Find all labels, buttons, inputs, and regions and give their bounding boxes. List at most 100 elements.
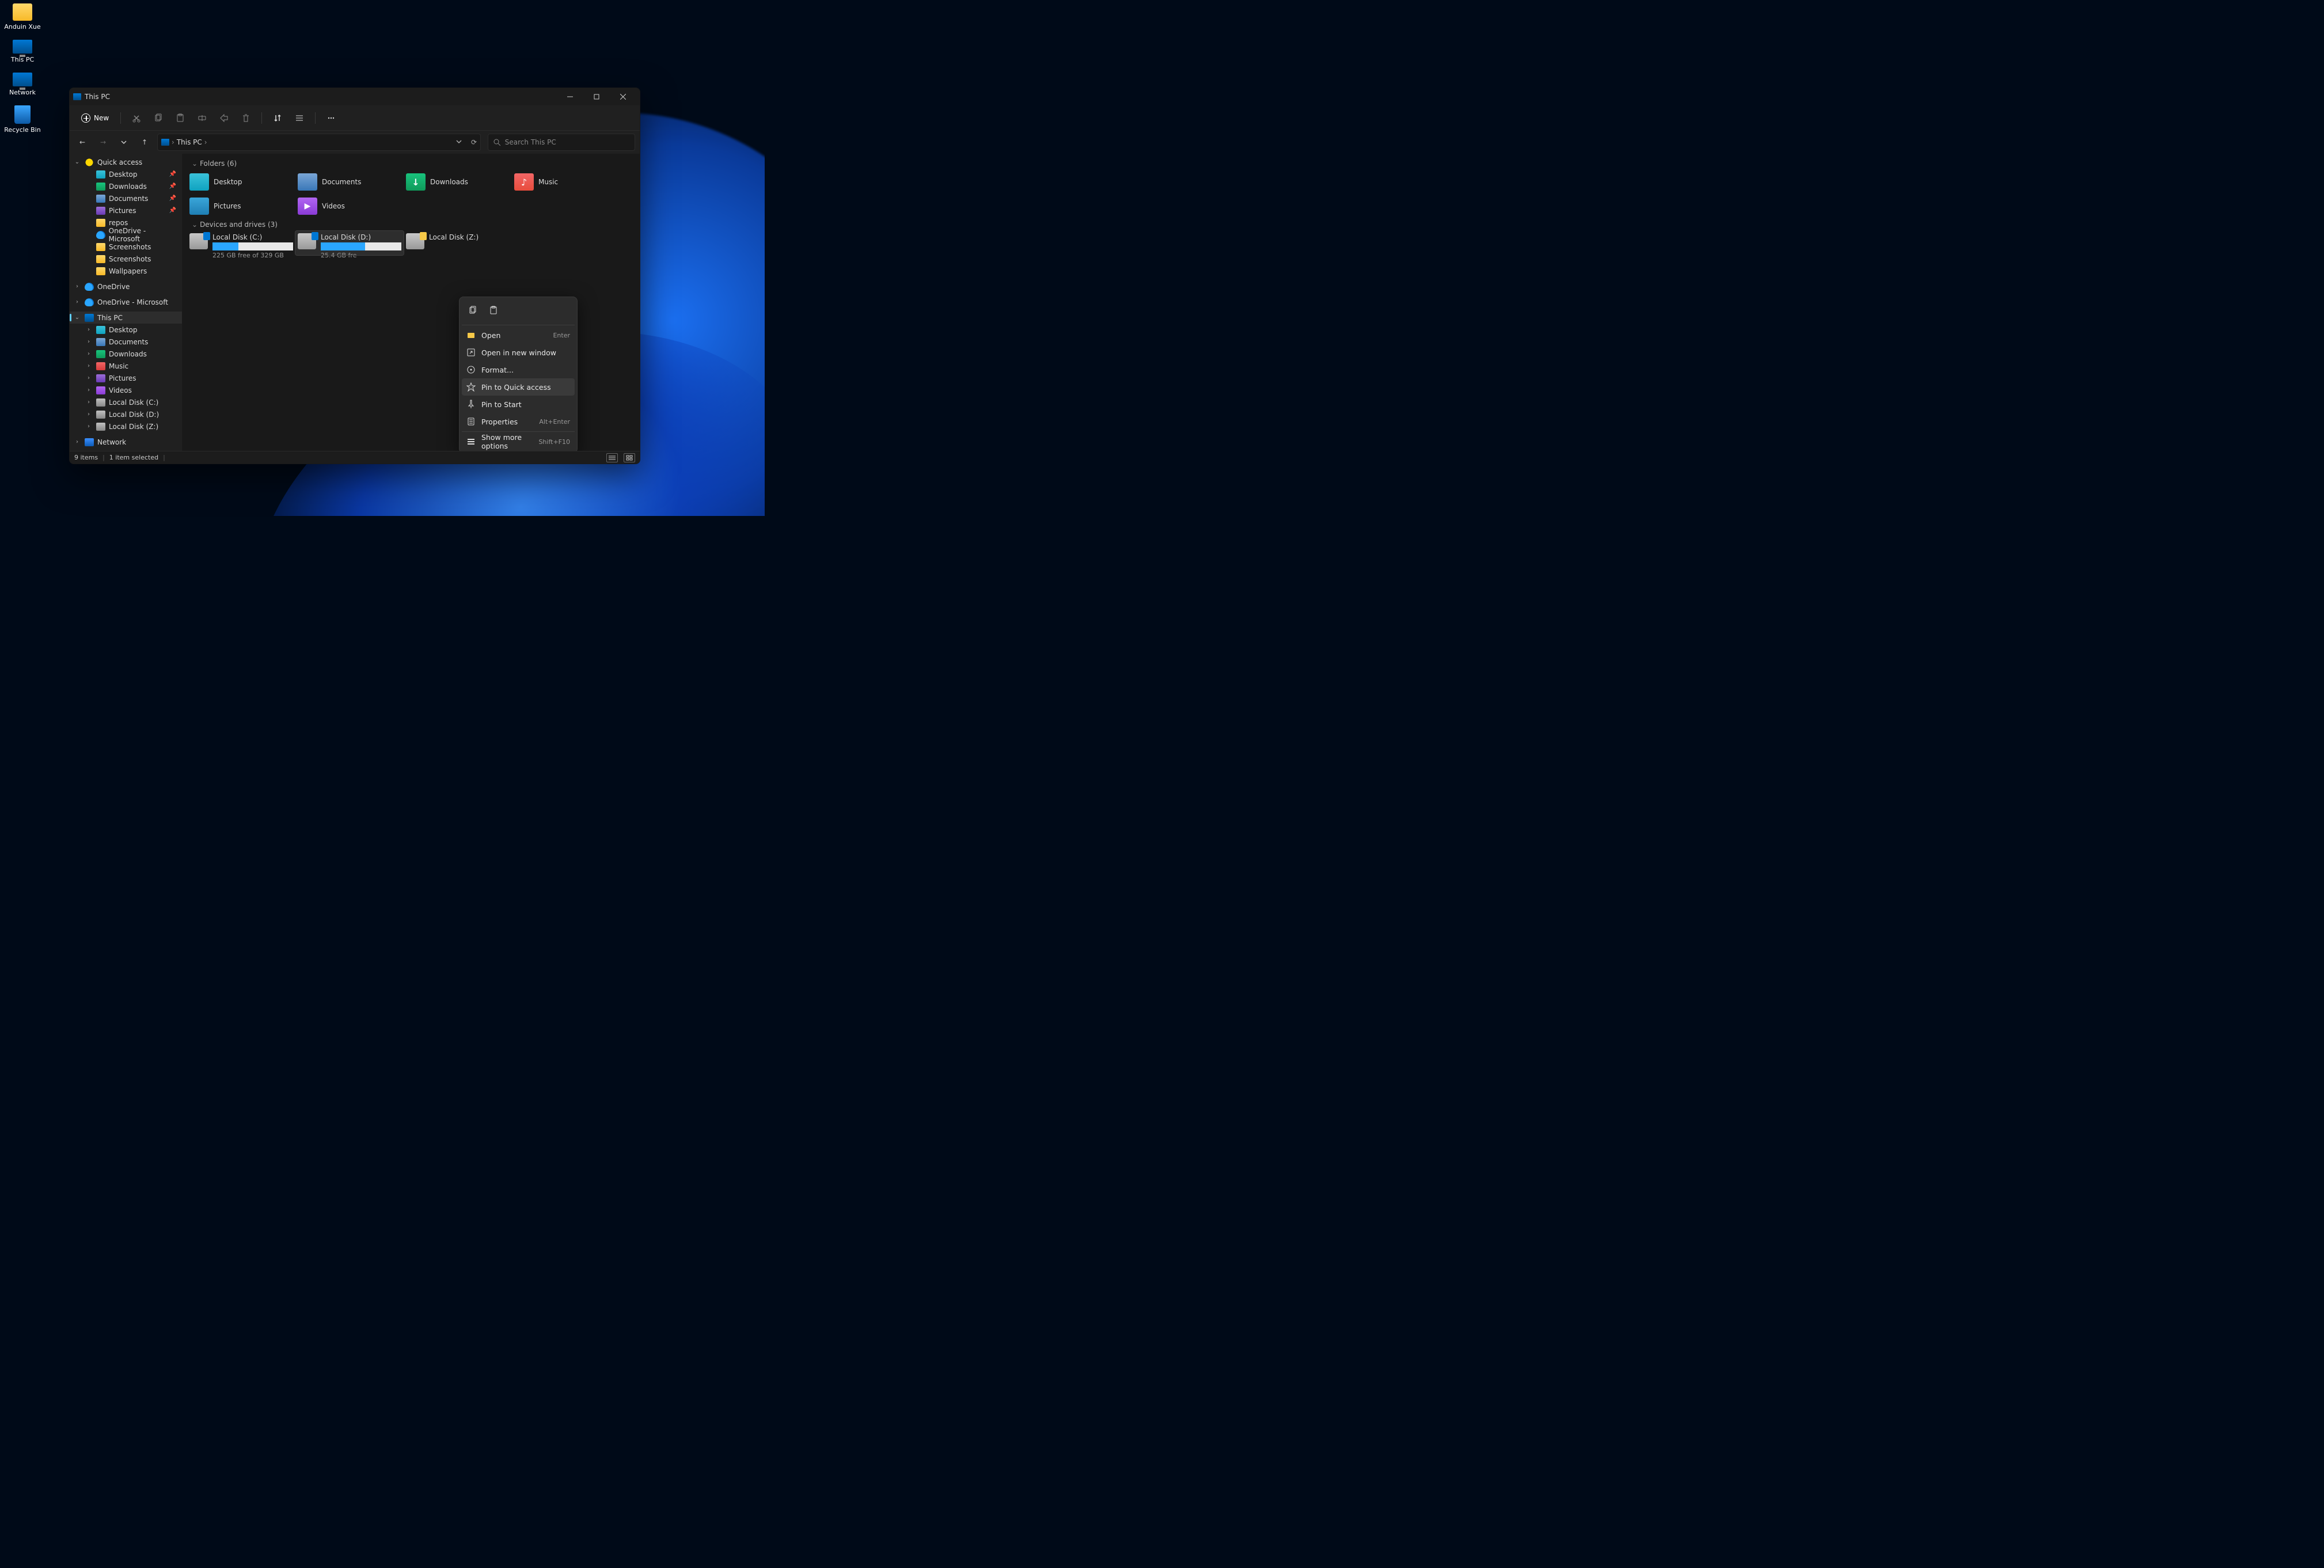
ctx-item-newwin[interactable]: Open in new window	[462, 344, 575, 361]
chevron-right-icon: ›	[85, 363, 93, 369]
forward-button[interactable]: →	[95, 134, 111, 150]
folder-item[interactable]: Pictures	[187, 194, 295, 218]
folder-icon	[189, 198, 209, 215]
desktop-icon-recycle-bin[interactable]: Recycle Bin	[2, 105, 43, 134]
chevron-right-icon: ›	[85, 387, 93, 393]
sidebar-item-thispc[interactable]: ›Local Disk (D:)	[70, 408, 182, 420]
drive-usage-bar	[212, 242, 293, 250]
history-dropdown[interactable]	[116, 134, 132, 150]
cut-button[interactable]	[128, 109, 145, 127]
sidebar-item-thispc[interactable]: ›Desktop	[70, 324, 182, 336]
sidebar-network[interactable]: › Network	[70, 436, 182, 448]
sidebar-item-quick-access[interactable]: Downloads📌	[70, 180, 182, 192]
close-button[interactable]	[610, 88, 636, 105]
sidebar-item-quick-access[interactable]: Wallpapers	[70, 265, 182, 277]
addressbar-dropdown[interactable]	[456, 138, 462, 146]
sidebar-label: Screenshots	[109, 243, 151, 251]
ctx-item-open[interactable]: OpenEnter	[462, 326, 575, 344]
sidebar-onedrive-microsoft[interactable]: › OneDrive - Microsoft	[70, 296, 182, 308]
titlebar[interactable]: This PC	[70, 88, 640, 105]
minimize-button[interactable]	[557, 88, 583, 105]
status-selection: 1 item selected	[109, 454, 158, 461]
drive-item[interactable]: Local Disk (D:)25.4 GB fre	[295, 231, 404, 255]
sidebar-item-thispc[interactable]: ›Downloads	[70, 348, 182, 360]
divider	[315, 112, 316, 124]
desktop-icon-this-pc[interactable]: This PC	[2, 40, 43, 63]
more-icon	[466, 437, 476, 446]
ctx-item-format[interactable]: Format...	[462, 361, 575, 378]
folder-item[interactable]: Documents	[295, 170, 404, 194]
rename-button[interactable]	[193, 109, 211, 127]
sidebar-item-quick-access[interactable]: Screenshots	[70, 253, 182, 265]
sidebar-item-thispc[interactable]: ›Documents	[70, 336, 182, 348]
ctx-paste-button[interactable]	[485, 302, 502, 319]
ctx-shortcut: Alt+Enter	[539, 418, 570, 426]
drive-icon	[189, 233, 208, 249]
folder-icon	[96, 398, 105, 407]
pin-icon: 📌	[169, 207, 176, 214]
folder-icon	[13, 3, 32, 21]
sort-button[interactable]	[269, 109, 286, 127]
ctx-item-props[interactable]: PropertiesAlt+Enter	[462, 413, 575, 430]
maximize-button[interactable]	[583, 88, 610, 105]
ctx-copy-button[interactable]	[464, 302, 481, 319]
drive-item[interactable]: Local Disk (C:)225 GB free of 329 GB	[187, 231, 295, 255]
sidebar-item-quick-access[interactable]: Pictures📌	[70, 204, 182, 217]
folder-item[interactable]: Music	[512, 170, 620, 194]
tiles-view-button[interactable]	[624, 453, 635, 462]
sidebar-item-thispc[interactable]: ›Music	[70, 360, 182, 372]
copy-button[interactable]	[150, 109, 167, 127]
view-button[interactable]	[291, 109, 308, 127]
back-button[interactable]: ←	[74, 134, 90, 150]
sidebar-item-quick-access[interactable]: Screenshots	[70, 241, 182, 253]
folder-item[interactable]: Downloads	[404, 170, 512, 194]
breadcrumb-item[interactable]: This PC	[177, 138, 202, 146]
sidebar-item-quick-access[interactable]: Desktop📌	[70, 168, 182, 180]
navbar: ← → ↑ › This PC › ⟳	[70, 131, 640, 154]
desktop-icon-user-folder[interactable]: Anduin Xue	[2, 3, 43, 31]
sidebar-item-thispc[interactable]: ›Local Disk (C:)	[70, 396, 182, 408]
paste-button[interactable]	[172, 109, 189, 127]
sidebar-item-quick-access[interactable]: OneDrive - Microsoft	[70, 229, 182, 241]
folder-item[interactable]: Desktop	[187, 170, 295, 194]
sidebar-item-quick-access[interactable]: Documents📌	[70, 192, 182, 204]
context-menu: OpenEnterOpen in new windowFormat... Pin …	[459, 297, 578, 451]
chevron-right-icon: ›	[73, 439, 81, 445]
sidebar-label: Wallpapers	[109, 267, 147, 275]
newwin-icon	[466, 348, 476, 357]
sidebar-item-thispc[interactable]: ›Videos	[70, 384, 182, 396]
ctx-item-star[interactable]: Pin to Quick access	[462, 378, 575, 396]
sidebar-quick-access[interactable]: ⌄ Quick access	[70, 156, 182, 168]
folder-icon	[96, 255, 105, 263]
more-button[interactable]	[322, 109, 340, 127]
ctx-label: Show more options	[481, 433, 533, 450]
ctx-item-pin[interactable]: Pin to Start	[462, 396, 575, 413]
drive-usage-bar	[321, 242, 401, 250]
up-button[interactable]: ↑	[136, 134, 153, 150]
folder-item[interactable]: Videos	[295, 194, 404, 218]
addressbar[interactable]: › This PC › ⟳	[157, 134, 481, 151]
divider	[462, 431, 575, 432]
delete-button[interactable]	[237, 109, 255, 127]
search-input[interactable]	[505, 138, 630, 146]
share-button[interactable]	[215, 109, 233, 127]
ctx-show-more-options[interactable]: Show more options Shift+F10	[462, 433, 575, 450]
sidebar-this-pc[interactable]: ⌄ This PC	[70, 312, 182, 324]
desktop-icon-network[interactable]: Network	[2, 73, 43, 96]
pin-icon: 📌	[169, 171, 176, 177]
sidebar-onedrive[interactable]: › OneDrive	[70, 280, 182, 293]
sidebar-label: Downloads	[109, 183, 147, 191]
sidebar-item-thispc[interactable]: ›Pictures	[70, 372, 182, 384]
ctx-label: Pin to Quick access	[481, 383, 564, 392]
folders-section-header[interactable]: ⌄ Folders (6)	[187, 157, 635, 170]
details-view-button[interactable]	[606, 453, 618, 462]
window-title: This PC	[85, 93, 110, 101]
sidebar-item-thispc[interactable]: ›Local Disk (Z:)	[70, 420, 182, 432]
drive-item[interactable]: Local Disk (Z:)	[404, 231, 512, 255]
refresh-button[interactable]: ⟳	[471, 138, 477, 146]
drive-label: Local Disk (Z:)	[429, 233, 510, 241]
new-button[interactable]: New	[77, 111, 113, 125]
drives-section-header[interactable]: ⌄ Devices and drives (3)	[187, 218, 635, 231]
searchbox[interactable]	[488, 134, 635, 151]
sidebar-label: This PC	[97, 314, 123, 322]
